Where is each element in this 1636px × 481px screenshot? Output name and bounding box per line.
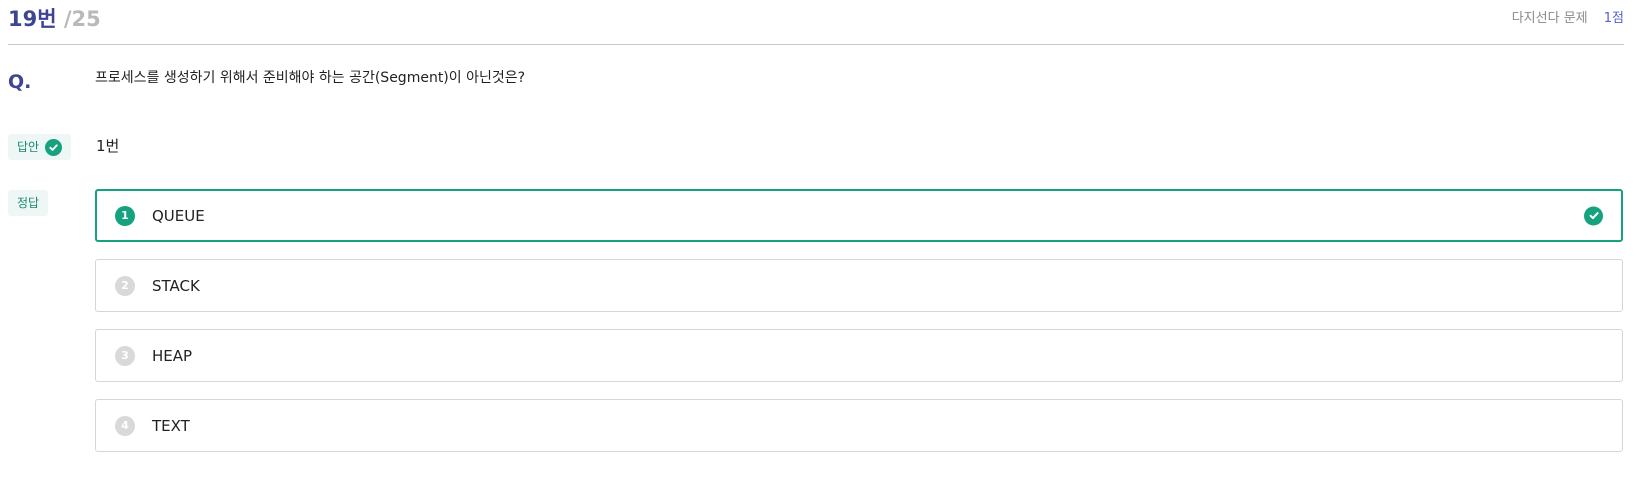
question-number: 19번 /25 [8, 6, 101, 32]
option-label: QUEUE [152, 206, 205, 225]
option-3[interactable]: 3 HEAP [95, 329, 1623, 382]
options-list: 1 QUEUE 2 STACK 3 HEAP 4 TEXT [95, 189, 1623, 469]
question-score: 1점 [1603, 11, 1624, 26]
check-circle-icon [1584, 206, 1603, 225]
option-1[interactable]: 1 QUEUE [95, 189, 1623, 242]
question-meta: 다지선다 문제 1점 [1512, 10, 1624, 28]
answer-badge: 답안 [8, 134, 72, 160]
current-question: 19번 [8, 7, 57, 31]
option-number: 1 [115, 205, 135, 226]
question-text: 프로세스를 생성하기 위해서 준비해야 하는 공간(Segment)이 아닌것은… [95, 70, 526, 86]
option-label: HEAP [152, 346, 193, 365]
option-number: 3 [115, 345, 135, 366]
option-number: 4 [115, 415, 135, 436]
correct-badge: 정답 [8, 190, 49, 216]
option-label: STACK [152, 276, 200, 295]
check-circle-icon [45, 138, 63, 156]
option-2[interactable]: 2 STACK [95, 259, 1623, 312]
total-questions: /25 [63, 7, 101, 31]
correct-badge-label: 정답 [17, 196, 40, 210]
answer-badge-label: 답안 [17, 140, 40, 154]
option-number: 2 [115, 275, 135, 296]
question-header: 19번 /25 다지선다 문제 1점 [8, 0, 1624, 45]
question-mark: Q. [8, 71, 32, 93]
question-type: 다지선다 문제 [1511, 11, 1588, 26]
answer-value: 1번 [96, 137, 120, 155]
option-4[interactable]: 4 TEXT [95, 399, 1623, 452]
option-label: TEXT [152, 416, 190, 435]
